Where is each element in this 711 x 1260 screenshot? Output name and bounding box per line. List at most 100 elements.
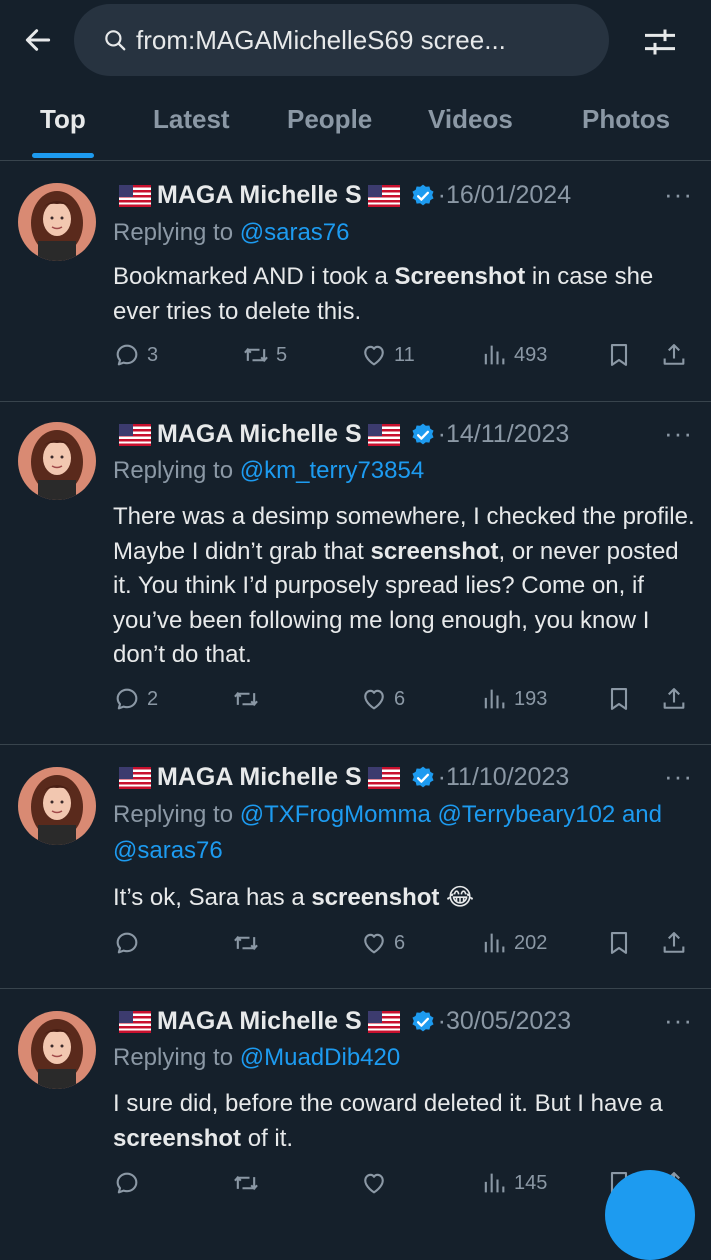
reply-button[interactable]: 2	[113, 685, 158, 713]
more-dots-icon[interactable]: ···	[664, 418, 693, 449]
views-button[interactable]: 202	[480, 929, 547, 957]
views-button[interactable]: 493	[480, 341, 547, 369]
avatar[interactable]	[18, 767, 96, 845]
share-button[interactable]	[660, 341, 694, 369]
tab-latest[interactable]: Latest	[153, 104, 230, 135]
us-flag-icon	[119, 424, 151, 446]
highlight: screenshot	[113, 1124, 242, 1152]
tweet-text: I sure did, before the coward deleted it…	[113, 1087, 698, 1156]
mention-link[interactable]: @TXFrogMomma	[240, 801, 431, 828]
reply-count: 3	[147, 343, 159, 366]
tweet[interactable]: MAGA Michelle S ·11/10/2023 ··· Replying…	[0, 745, 711, 989]
us-flag-icon	[119, 1011, 151, 1033]
view-count: 193	[514, 687, 548, 710]
like-count: 6	[394, 931, 406, 954]
us-flag-icon	[119, 185, 151, 207]
tweet-date[interactable]: ·16/01/2024	[438, 181, 571, 210]
avatar[interactable]	[18, 1011, 96, 1089]
avatar[interactable]	[18, 183, 96, 261]
avatar[interactable]	[18, 422, 96, 500]
compose-button[interactable]	[605, 1170, 695, 1260]
retweet-icon	[232, 685, 260, 713]
tab-photos[interactable]: Photos	[582, 104, 670, 135]
views-bar-icon	[480, 1169, 508, 1197]
author-name[interactable]: MAGA Michelle S	[157, 181, 362, 210]
views-button[interactable]: 145	[480, 1169, 547, 1197]
retweet-button[interactable]	[232, 1169, 266, 1197]
heart-icon	[360, 929, 388, 957]
text-part: of it.	[241, 1124, 294, 1152]
reply-icon	[113, 341, 141, 369]
search-input[interactable]: from:MAGAMichelleS69 scree...	[74, 4, 609, 76]
heart-icon	[360, 685, 388, 713]
like-button[interactable]	[360, 1169, 394, 1197]
reply-button[interactable]	[113, 1169, 147, 1197]
tweet-date[interactable]: ·14/11/2023	[438, 420, 570, 449]
retweet-icon	[232, 1169, 260, 1197]
reply-button[interactable]: 3	[113, 341, 158, 369]
retweet-button[interactable]	[232, 685, 266, 713]
mention-link[interactable]: @saras76	[240, 219, 350, 246]
mention-link[interactable]: @MuadDib420	[240, 1044, 400, 1071]
mention-link[interactable]: @km_terry73854	[240, 457, 424, 484]
views-bar-icon	[480, 929, 508, 957]
replying-prefix: Replying to	[113, 457, 240, 484]
author-name[interactable]: MAGA Michelle S	[157, 763, 362, 792]
reply-button[interactable]	[113, 929, 147, 957]
more-dots-icon[interactable]: ···	[664, 1005, 693, 1036]
share-icon	[660, 685, 688, 713]
us-flag-icon	[368, 424, 400, 446]
share-button[interactable]	[660, 685, 694, 713]
views-button[interactable]: 193	[480, 685, 547, 713]
filter-button[interactable]	[640, 22, 680, 62]
tab-people[interactable]: People	[287, 104, 372, 135]
mention-link[interactable]: @Terrybeary102	[437, 801, 615, 828]
tab-videos[interactable]: Videos	[428, 104, 513, 135]
bookmark-button[interactable]	[605, 341, 639, 369]
mention-link[interactable]: @saras76	[113, 837, 223, 864]
tweet[interactable]: MAGA Michelle S ·16/01/2024 ··· Replying…	[0, 161, 711, 402]
more-dots-icon[interactable]: ···	[664, 761, 693, 792]
heart-icon	[360, 341, 388, 369]
tweet-actions: 6 202	[0, 929, 711, 969]
bookmark-icon	[605, 685, 633, 713]
highlight: Screenshot	[394, 263, 526, 290]
tweet-date[interactable]: ·11/10/2023	[438, 763, 570, 792]
us-flag-icon	[368, 1011, 400, 1033]
search-query: from:MAGAMichelleS69 scree...	[136, 24, 506, 55]
tweet-date[interactable]: ·30/05/2023	[438, 1007, 571, 1036]
tweet-text: There was a desimp somewhere, I checked …	[113, 500, 698, 673]
search-icon	[105, 30, 126, 51]
like-button[interactable]: 6	[360, 929, 405, 957]
like-button[interactable]: 11	[360, 341, 415, 369]
author-name[interactable]: MAGA Michelle S	[157, 1007, 362, 1036]
share-button[interactable]	[660, 929, 694, 957]
retweet-count: 5	[276, 343, 288, 366]
bookmark-button[interactable]	[605, 929, 639, 957]
views-bar-icon	[480, 685, 508, 713]
tweet-actions: 2 6 193	[0, 685, 711, 725]
bookmark-icon	[605, 341, 633, 369]
retweet-button[interactable]	[232, 929, 266, 957]
back-arrow-icon	[25, 29, 51, 51]
reply-icon	[113, 929, 141, 957]
replying-prefix: Replying to	[113, 1044, 240, 1071]
author-name[interactable]: MAGA Michelle S	[157, 420, 362, 449]
view-count: 145	[514, 1171, 548, 1194]
highlight: screenshot	[311, 884, 440, 911]
tweet[interactable]: MAGA Michelle S ·14/11/2023 ··· Replying…	[0, 402, 711, 745]
like-button[interactable]: 6	[360, 685, 405, 713]
retweet-button[interactable]: 5	[242, 341, 287, 369]
retweet-icon	[242, 341, 270, 369]
replying-prefix: Replying to	[113, 219, 240, 246]
tab-top[interactable]: Top	[40, 104, 86, 135]
highlight: screenshot	[370, 537, 499, 565]
tweet[interactable]: MAGA Michelle S ·30/05/2023 ··· Replying…	[0, 989, 711, 1219]
view-count: 493	[514, 343, 548, 366]
back-button[interactable]	[20, 22, 56, 58]
bookmark-button[interactable]	[605, 685, 639, 713]
replying-to: Replying to @MuadDib420	[113, 1040, 693, 1076]
more-dots-icon[interactable]: ···	[664, 179, 693, 210]
active-tab-indicator	[32, 153, 94, 158]
view-count: 202	[514, 931, 548, 954]
